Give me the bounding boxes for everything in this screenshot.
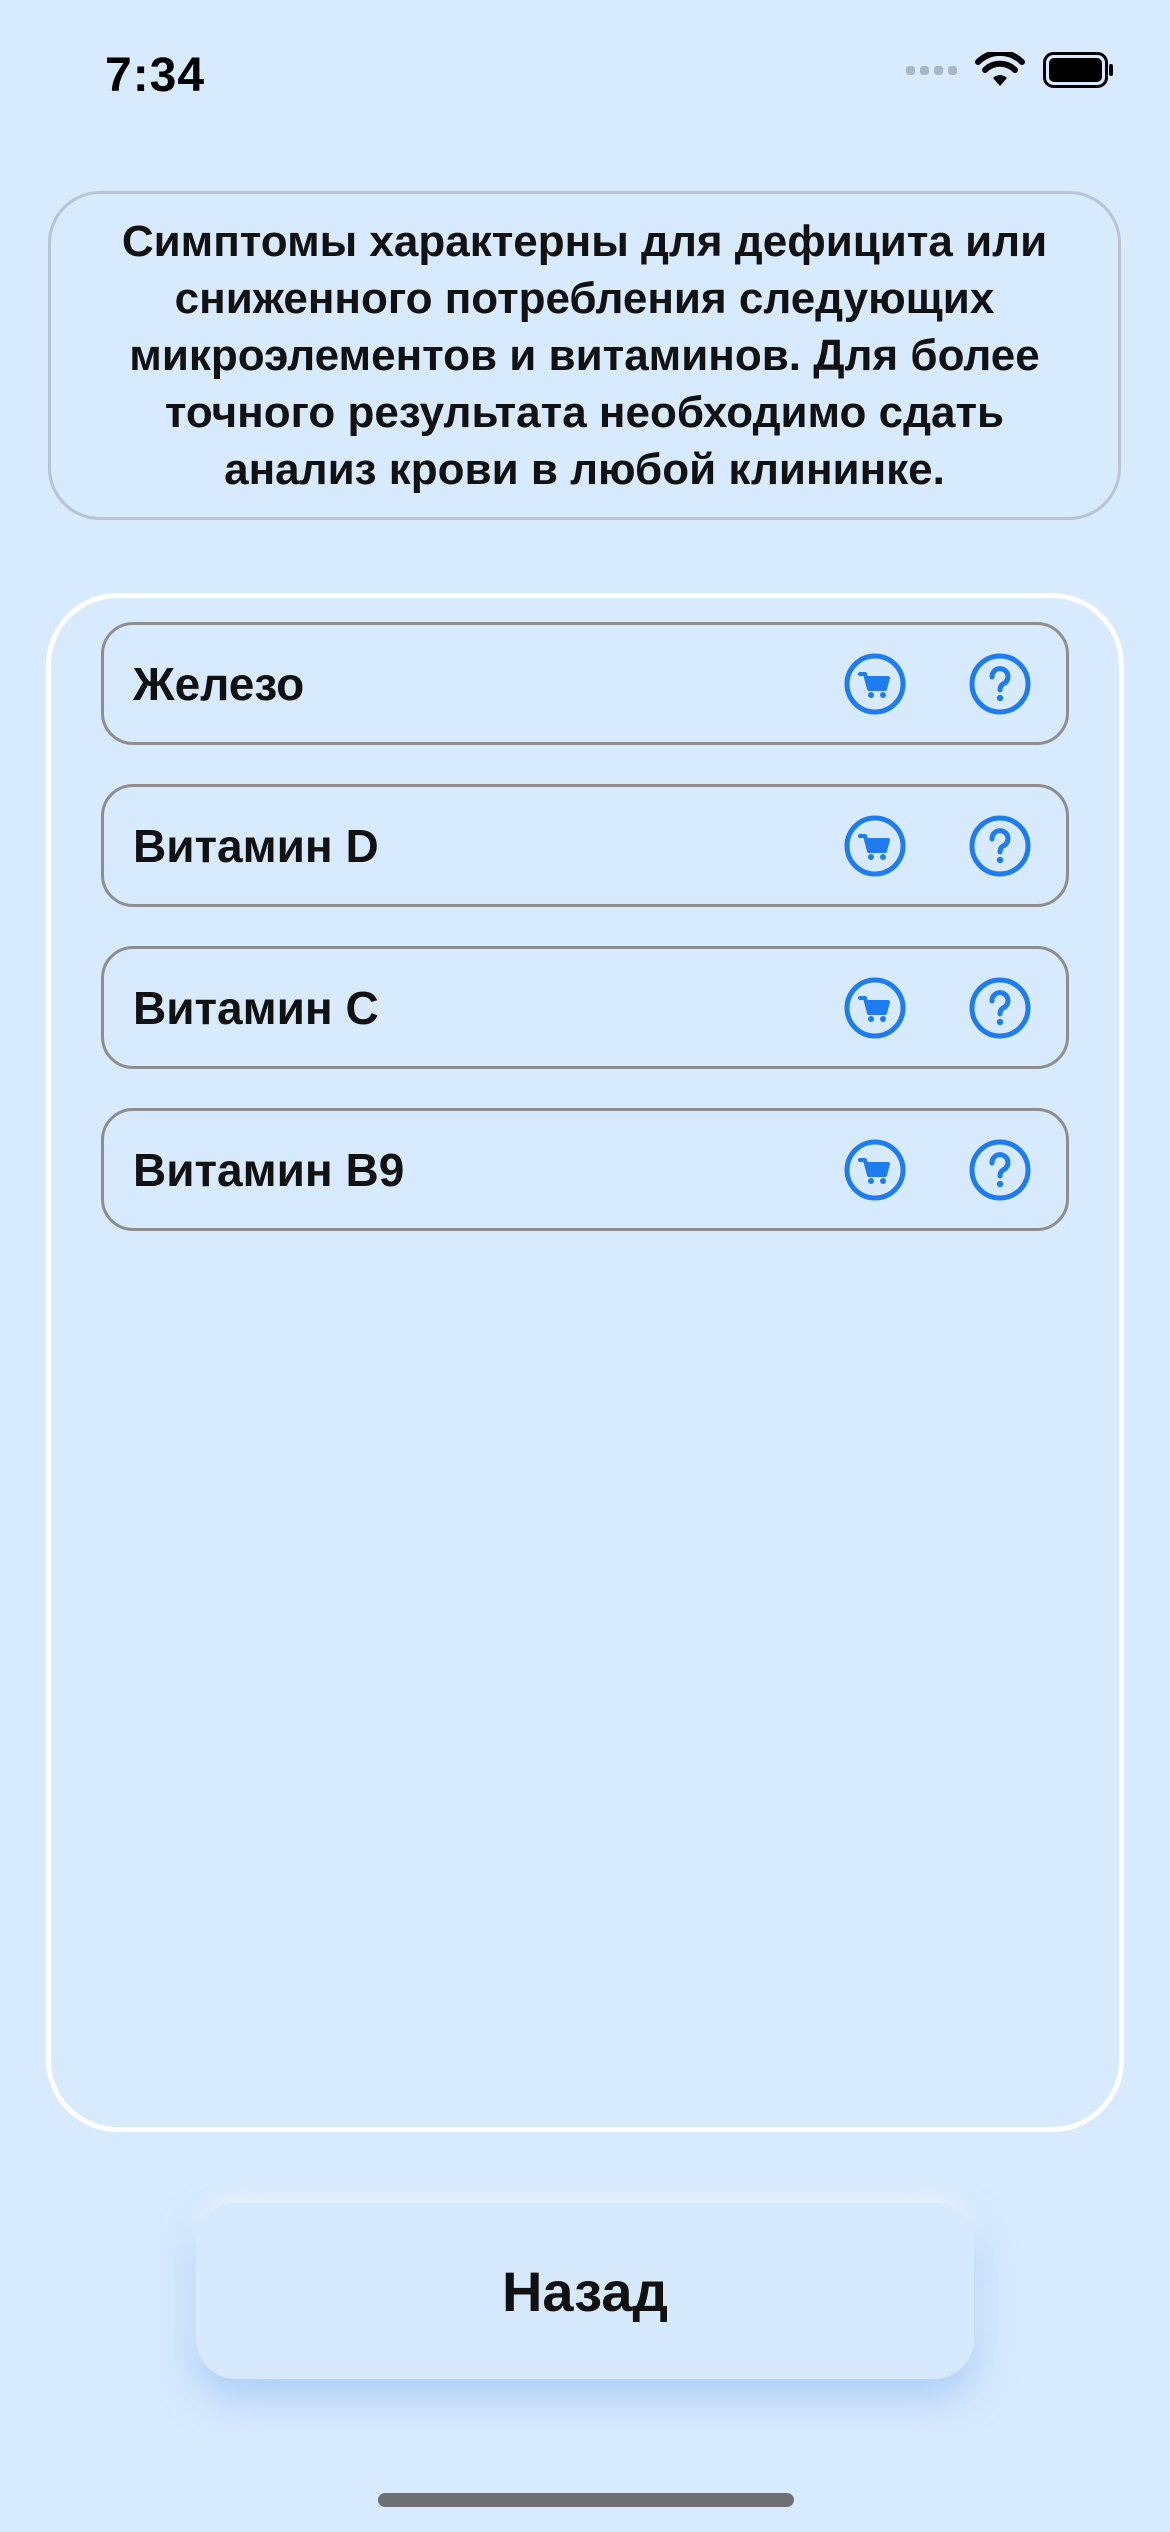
question-icon[interactable] xyxy=(968,652,1032,716)
cart-icon[interactable] xyxy=(843,652,907,716)
info-box: Симптомы характерны для дефицита или сни… xyxy=(48,191,1121,520)
list-item-vitamin-b9[interactable]: Витамин B9 xyxy=(101,1108,1069,1231)
list-item-label: Витамин C xyxy=(133,981,379,1034)
list-item-label: Витамин D xyxy=(133,819,379,872)
list-item-vitamin-d[interactable]: Витамин D xyxy=(101,784,1069,907)
status-time: 7:34 xyxy=(105,49,206,102)
home-indicator[interactable] xyxy=(378,2493,794,2507)
back-button[interactable]: Назад xyxy=(196,2203,974,2379)
list-item-label: Железо xyxy=(133,657,305,710)
cart-icon[interactable] xyxy=(843,1138,907,1202)
info-text: Симптомы характерны для дефицита или сни… xyxy=(121,217,1048,494)
cart-icon[interactable] xyxy=(843,976,907,1040)
question-icon[interactable] xyxy=(968,976,1032,1040)
list-item-vitamin-c[interactable]: Витамин C xyxy=(101,946,1069,1069)
status-icons xyxy=(906,52,1115,88)
question-icon[interactable] xyxy=(968,1138,1032,1202)
wifi-icon xyxy=(975,52,1025,86)
list-item-iron[interactable]: Железо xyxy=(101,622,1069,745)
cart-icon[interactable] xyxy=(843,814,907,878)
back-button-label: Назад xyxy=(501,2259,669,2323)
cellular-signal-icon xyxy=(906,65,957,75)
battery-icon xyxy=(1043,52,1113,88)
list-item-label: Витамин B9 xyxy=(133,1143,405,1196)
question-icon[interactable] xyxy=(968,814,1032,878)
